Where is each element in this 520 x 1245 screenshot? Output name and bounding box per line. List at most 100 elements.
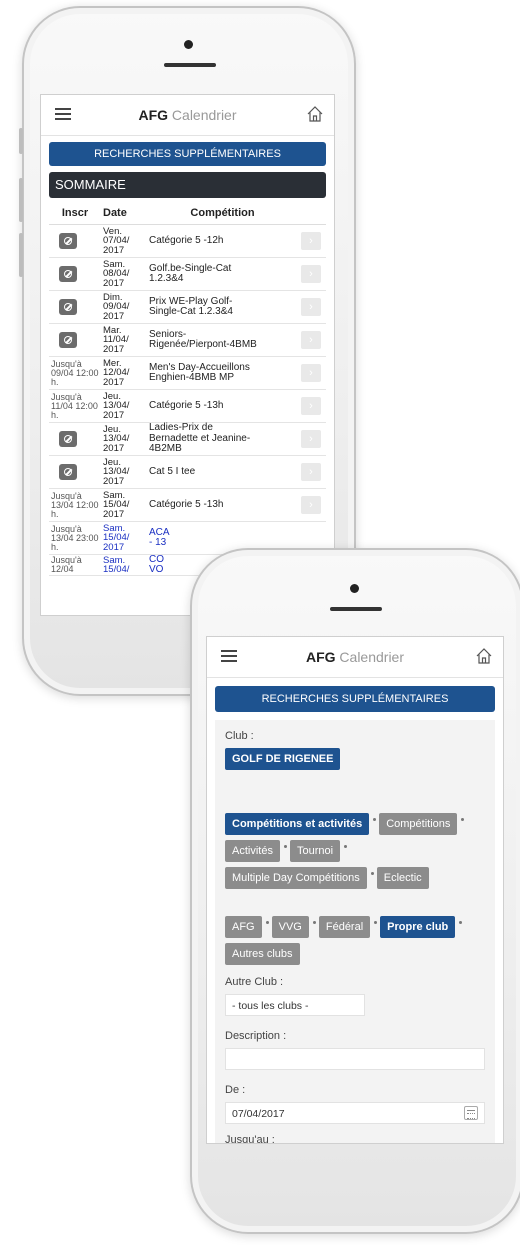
date-line: 2017 [103,409,125,421]
table-row[interactable]: Jeu. 13/04/2017 Cat 5 I tee › [49,456,326,489]
table-row[interactable]: Mar. 11/04/2017 Seniors- Rigenée/Pierpont-4… [49,324,326,357]
organizer-filter-chip[interactable]: Fédéral [318,916,371,938]
home-icon[interactable] [475,647,493,665]
no-entry-icon[interactable] [59,431,77,447]
organizer-filter-group: AFG VVG Fédéral Propre club Autres clubs [225,916,485,970]
no-entry-icon[interactable] [59,332,77,348]
date-line: 2017 [103,541,125,553]
separator-dot [370,871,374,875]
competition-cell: Golf.be-Single-Cat 1.2.3&4 [145,263,296,285]
other-club-label: Autre Club : [225,976,284,988]
competition-name-line: - 13 [149,537,167,548]
separator-dot [374,920,378,924]
competition-name-line: ACA [149,526,170,538]
column-header-date: Date [103,207,127,219]
date-line: 2017 [103,244,125,256]
chevron-right-icon[interactable]: › [301,463,321,481]
competition-cell: Men's Day-Accueillons Enghien-4BMB MP [145,362,296,384]
date-cell: Jeu. 13/04/2017 [101,458,145,487]
date-cell: Mar. 11/04/2017 [101,326,145,355]
competition-cell: Prix WE-Play Golf- Single-Cat 1.2.3&4 [145,296,296,318]
type-filter-chip[interactable]: Tournoi [289,840,341,862]
column-header-competition: Compétition [190,207,255,219]
date-cell: Ven. 07/04/2017 [101,227,145,256]
separator-dot [283,844,287,848]
app-header: AFG Calendrier [207,637,503,678]
front-camera [184,40,193,49]
chevron-right-icon[interactable]: › [301,496,321,514]
mute-switch [19,128,23,154]
date-cell: Jeu. 13/04/2017 [101,392,145,421]
register-cell [49,266,101,282]
summary-header: SOMMAIRE [49,172,326,198]
earpiece-speaker [164,63,216,67]
no-entry-icon[interactable] [59,464,77,480]
to-date-label: Jusqu'au : [225,1134,275,1144]
register-cell [49,299,101,315]
registration-deadline: Jusqu'à 09/04 12:00 h. [51,358,99,387]
date-line: 15/04/ [103,564,130,575]
date-line: 2017 [103,343,125,355]
no-entry-icon[interactable] [59,299,77,315]
table-row[interactable]: Ven. 07/04/2017 Catégorie 5 -12h › [49,225,326,258]
date-line: 2017 [103,376,125,388]
app-title: AFG Calendrier [138,107,237,123]
organizer-filter-chip[interactable]: AFG [225,916,262,938]
competition-cell: Cat 5 I tee [145,465,296,478]
earpiece-speaker [330,607,382,611]
table-row[interactable]: Jusqu'à 13/04 12:00 h. Sam. 15/04/2017 Caté… [49,489,326,522]
table-row[interactable]: Jusqu'à 09/04 12:00 h. Mer. 12/04/2017 Men'… [49,357,326,390]
register-cell [49,233,101,249]
competition-table: Ven. 07/04/2017 Catégorie 5 -12h › Sam. 08/04… [49,224,326,576]
chevron-right-icon[interactable]: › [301,397,321,415]
separator-dot [459,920,463,924]
table-row[interactable]: Sam. 08/04/2017 Golf.be-Single-Cat 1.2.3&4 › [49,258,326,291]
no-entry-icon[interactable] [59,233,77,249]
calendar-icon[interactable] [464,1106,478,1120]
organizer-filter-chip[interactable]: VVG [271,916,309,938]
front-camera [350,584,359,593]
chevron-right-icon[interactable]: › [301,232,321,250]
volume-down-button [19,233,23,277]
additional-search-button[interactable]: RECHERCHES SUPPLÉMENTAIRES [215,686,495,712]
filter-panel: Club : GOLF DE RIGENEE Compétitions et a… [215,720,495,1144]
type-filter-chip[interactable]: Activités [225,840,280,862]
separator-dot [344,844,348,848]
competition-name-line: Enghien-4BMB MP [149,372,235,383]
screen-search-filters: AFG Calendrier RECHERCHES SUPPLÉMENTAIRE… [206,636,504,1144]
chevron-right-icon[interactable]: › [301,331,321,349]
type-filter-chip[interactable]: Multiple Day Compétitions [225,867,367,889]
home-icon[interactable] [306,105,324,123]
table-row[interactable]: Dim. 09/04/2017 Prix WE-Play Golf- Single-C… [49,291,326,324]
competition-name-line: Cat 5 I tee [149,465,196,477]
organizer-filter-chip[interactable]: Autres clubs [225,943,300,965]
competition-cell: Catégorie 5 -13h [145,400,296,412]
table-header: Inscr Date Compétition [49,202,326,224]
separator-dot [265,920,269,924]
separator-dot [373,817,377,821]
type-filter-chip[interactable]: Compétitions et activités [225,813,370,835]
competition-name-line: Catégorie 5 -12h [149,234,224,246]
organizer-filter-chip[interactable]: Propre club [380,916,456,938]
other-club-select[interactable]: - tous les clubs - [225,994,365,1016]
chevron-right-icon[interactable]: › [301,430,321,448]
no-entry-icon[interactable] [59,266,77,282]
separator-dot [461,817,465,821]
date-line: 2017 [103,277,125,289]
registration-deadline: Jusqu'à 13/04 12:00 h. [51,490,99,519]
table-row[interactable]: Jusqu'à 11/04 12:00 h. Jeu. 13/04/2017 Caté… [49,390,326,423]
competition-name-line: 1.2.3&4 [149,273,184,284]
table-row[interactable]: Jeu. 13/04/2017 Ladies-Prix de Bernadette e… [49,423,326,456]
type-filter-chip[interactable]: Compétitions [379,813,458,835]
competition-cell: Catégorie 5 -13h [145,499,296,511]
from-date-field[interactable]: 07/04/2017 [225,1102,485,1124]
additional-search-button[interactable]: RECHERCHES SUPPLÉMENTAIRES [49,142,326,166]
club-label: Club : [225,730,254,742]
chevron-right-icon[interactable]: › [301,265,321,283]
chevron-right-icon[interactable]: › [301,298,321,316]
chevron-right-icon[interactable]: › [301,364,321,382]
from-date-label: De : [225,1084,246,1096]
club-chip[interactable]: GOLF DE RIGENEE [225,748,341,770]
type-filter-chip[interactable]: Eclectic [376,867,429,889]
description-input[interactable] [225,1048,485,1070]
